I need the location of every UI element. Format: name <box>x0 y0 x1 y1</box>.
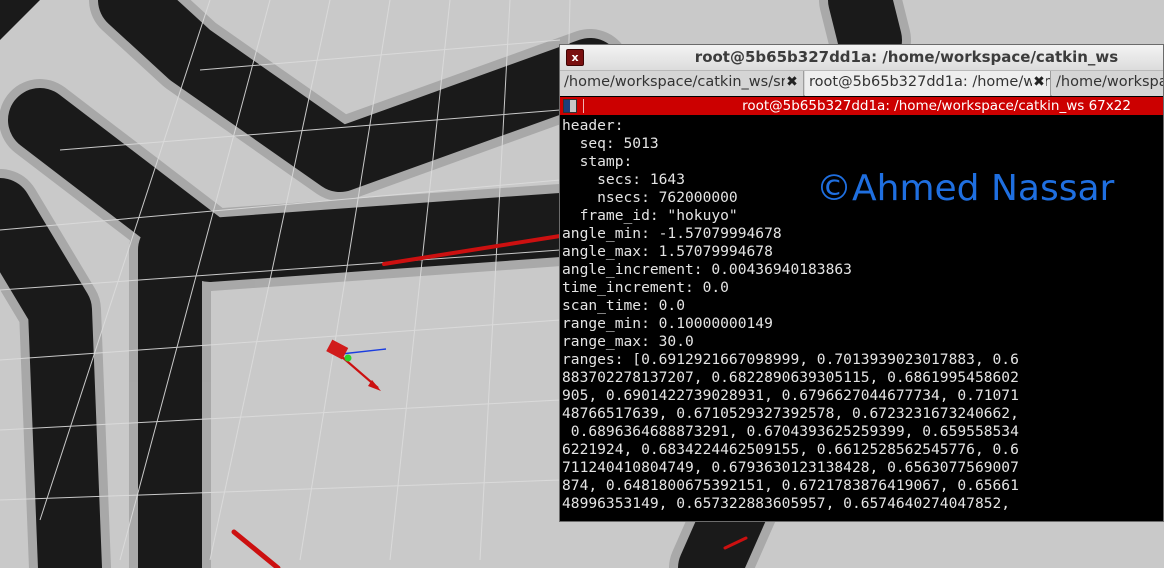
tab-catkin-ws[interactable]: /home/workspace/catkin_ws <box>1052 71 1163 96</box>
terminal-line: angle_max: 1.57079994678 <box>562 243 773 260</box>
terminal-line: time_increment: 0.0 <box>562 279 729 296</box>
tab-label: /home/workspace/catkin_ws <box>1056 74 1163 90</box>
terminal-line: 874, 0.6481800675392151, 0.6721783876419… <box>562 477 1019 494</box>
terminal-window[interactable]: x root@5b65b327dd1a: /home/workspace/cat… <box>559 44 1164 522</box>
tab-close-icon[interactable]: ✖ <box>785 74 799 90</box>
terminal-tab-bar: /home/workspace/catkin_ws/src/ ✖ root@5b… <box>560 71 1163 96</box>
window-title: root@5b65b327dd1a: /home/workspace/catki… <box>694 48 1119 66</box>
tab-catkin-src[interactable]: /home/workspace/catkin_ws/src/ ✖ <box>560 71 804 96</box>
terminal-line: frame_id: "hokuyo" <box>562 207 738 224</box>
terminal-line: 905, 0.6901422739028931, 0.6796627044677… <box>562 387 1019 404</box>
pane-title: root@5b65b327dd1a: /home/workspace/catki… <box>742 98 1131 114</box>
terminal-line: ranges: [0.6912921667098999, 0.701393902… <box>562 351 1019 368</box>
terminal-line: angle_increment: 0.00436940183863 <box>562 261 852 278</box>
terminal-titlebar[interactable]: x root@5b65b327dd1a: /home/workspace/cat… <box>560 45 1163 71</box>
terminal-line: scan_time: 0.0 <box>562 297 686 314</box>
terminal-line: 48996353149, 0.657322883605957, 0.657464… <box>562 495 1011 512</box>
terminal-line: seq: 5013 <box>562 135 659 152</box>
terminal-line: 0.6896364688873291, 0.6704393625259399, … <box>562 423 1019 440</box>
terminal-line: 711240410804749, 0.6793630123138428, 0.6… <box>562 459 1019 476</box>
watermark-text: ©Ahmed Nassar <box>816 168 1115 209</box>
tab-label: root@5b65b327dd1a: /home/workspace/catki… <box>809 74 1050 90</box>
tab-label: /home/workspace/catkin_ws/src/ <box>564 74 800 90</box>
terminal-line: range_min: 0.10000000149 <box>562 315 773 332</box>
tab-root-shell[interactable]: root@5b65b327dd1a: /home/workspace/catki… <box>805 71 1051 96</box>
terminal-line: 48766517639, 0.6710529327392578, 0.67232… <box>562 405 1019 422</box>
terminal-line: header: <box>562 117 624 134</box>
terminal-line: 883702278137207, 0.6822890639305115, 0.6… <box>562 369 1019 386</box>
robot-origin-marker <box>344 354 352 362</box>
terminal-line: angle_min: -1.57079994678 <box>562 225 782 242</box>
tab-close-icon[interactable]: ✖ <box>1032 74 1046 90</box>
pane-titlebar[interactable]: root@5b65b327dd1a: /home/workspace/catki… <box>560 97 1163 115</box>
terminal-line: 6221924, 0.6834224462509155, 0.661252856… <box>562 441 1019 458</box>
terminal-line: range_max: 30.0 <box>562 333 694 350</box>
